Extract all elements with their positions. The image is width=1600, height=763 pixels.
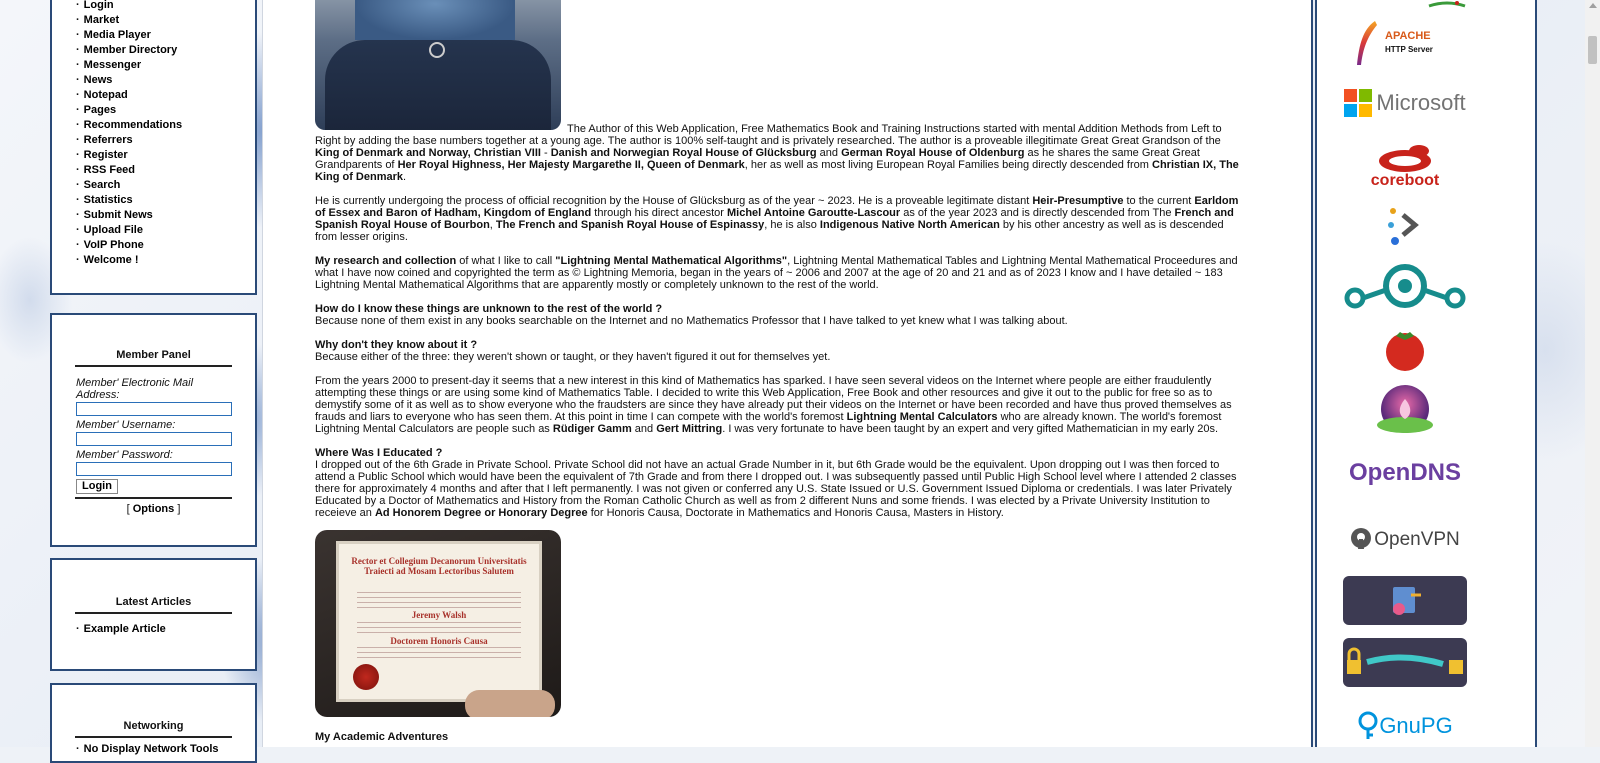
- opendns-logo[interactable]: OpenDNS: [1343, 458, 1467, 488]
- menu-item-welcome[interactable]: Welcome !: [76, 253, 255, 268]
- opendns-text: OpenDNS: [1348, 459, 1461, 486]
- dots-chevron-logo[interactable]: [1343, 205, 1467, 247]
- member-panel-title: Member Panel: [75, 349, 232, 367]
- menu-item-pages[interactable]: Pages: [76, 103, 255, 118]
- diploma-name: Jeremy Walsh: [339, 610, 539, 620]
- diploma-text-lines: [357, 592, 521, 662]
- paragraph-recognition: He is currently undergoing the process o…: [315, 195, 1239, 243]
- right-sidebar: APACHE HTTP Server Microsoft coreboot Op…: [1315, 0, 1537, 747]
- menu-item-statistics[interactable]: Statistics: [76, 193, 255, 208]
- menu-item-register[interactable]: Register: [76, 148, 255, 163]
- gnupg-logo[interactable]: GnuPG: [1343, 708, 1467, 744]
- menu-item-referrers[interactable]: Referrers: [76, 133, 255, 148]
- diploma-photo: Rector et Collegium Decanorum Universita…: [315, 530, 561, 717]
- apache-logo[interactable]: APACHE HTTP Server: [1343, 18, 1477, 68]
- article-body: The Author of this Web Application, Free…: [315, 0, 1239, 531]
- menu-item-voip-phone[interactable]: VoIP Phone: [76, 238, 255, 253]
- encryption-logo[interactable]: [1343, 576, 1467, 625]
- latest-articles-panel: Latest Articles Example Article: [50, 558, 257, 671]
- wax-seal: [353, 664, 379, 690]
- lock-logo[interactable]: [1343, 638, 1467, 687]
- member-panel: Member Panel Member' Electronic Mail Add…: [50, 313, 257, 547]
- menu-item-news[interactable]: News: [76, 73, 255, 88]
- networking-item[interactable]: No Display Network Tools: [76, 742, 255, 757]
- modules-panel: Login Market Media Player Member Directo…: [50, 0, 257, 295]
- paragraph-research: My research and collection of what I lik…: [315, 255, 1238, 291]
- lineageos-icon: [1344, 264, 1466, 309]
- email-field[interactable]: [76, 402, 232, 416]
- menu-item-notepad[interactable]: Notepad: [76, 88, 255, 103]
- menu-item-upload-file[interactable]: Upload File: [76, 223, 255, 238]
- password-label: Member' Password:: [76, 449, 173, 461]
- apache-title: APACHE: [1385, 30, 1431, 42]
- faq-unknown: How do I know these things are unknown t…: [315, 303, 1068, 327]
- networking-title: Networking: [75, 720, 232, 738]
- coreboot-rabbit-icon: [1379, 145, 1431, 172]
- apache-text: APACHE HTTP Server: [1385, 29, 1433, 57]
- scroll-up-arrow[interactable]: [1589, 3, 1597, 8]
- question-educated: Where Was I Educated ?: [315, 447, 443, 459]
- microsoft-text: Microsoft: [1376, 90, 1466, 115]
- question-unknown: How do I know these things are unknown t…: [315, 303, 663, 315]
- lineageos-logo[interactable]: [1343, 262, 1467, 310]
- diploma-heading: Rector et Collegium Decanorum Universita…: [351, 556, 527, 576]
- diploma: Rector et Collegium Decanorum Universita…: [339, 544, 539, 699]
- menu-item-login[interactable]: Login: [76, 0, 255, 13]
- main-content: The Author of this Web Application, Free…: [262, 0, 1313, 747]
- photo-hand: [465, 690, 555, 717]
- menu-item-market[interactable]: Market: [76, 13, 255, 28]
- article-link[interactable]: Example Article: [76, 622, 255, 637]
- tomato-logo[interactable]: [1343, 326, 1467, 372]
- openvpn-icon: [1351, 528, 1372, 549]
- gnupg-key-icon: [1358, 711, 1378, 739]
- tomato-icon: [1386, 332, 1424, 371]
- partial-logo-icon: [1428, 1, 1466, 8]
- menu-item-submit-news[interactable]: Submit News: [76, 208, 255, 223]
- username-field[interactable]: [76, 432, 232, 446]
- scroll-thumb[interactable]: [1588, 36, 1597, 64]
- options-link[interactable]: Options: [133, 503, 175, 515]
- paragraph-interest: From the years 2000 to present-day it se…: [315, 375, 1232, 435]
- member-panel-divider: [75, 497, 232, 499]
- menu-item-search[interactable]: Search: [76, 178, 255, 193]
- apache-subtitle: HTTP Server: [1385, 45, 1433, 54]
- question-why: Why don't they know about it ?: [315, 339, 478, 351]
- email-label: Member' Electronic Mail Address:: [76, 377, 194, 401]
- networking-panel: Networking No Display Network Tools: [50, 683, 257, 763]
- latest-articles-list: Example Article: [52, 622, 255, 637]
- coreboot-logo[interactable]: coreboot: [1343, 140, 1467, 192]
- gnupg-text: GnuPG: [1379, 713, 1453, 738]
- paragraph-education: Where Was I Educated ? I dropped out of t…: [315, 447, 1237, 519]
- options-link-wrap: [ Options ]: [126, 503, 181, 515]
- modules-menu: Login Market Media Player Member Directo…: [52, 0, 255, 268]
- padlock-icon: [1347, 647, 1463, 674]
- login-button[interactable]: Login: [76, 479, 118, 494]
- username-label: Member' Username:: [76, 419, 176, 431]
- lotus-icon: [1377, 385, 1433, 433]
- menu-item-recommendations[interactable]: Recommendations: [76, 118, 255, 133]
- apache-feather-icon: [1357, 21, 1377, 65]
- page-scrollbar[interactable]: [1585, 0, 1600, 747]
- microsoft-logo[interactable]: Microsoft: [1343, 88, 1467, 118]
- menu-item-media-player[interactable]: Media Player: [76, 28, 255, 43]
- coreboot-text: coreboot: [1370, 172, 1440, 189]
- openvpn-logo[interactable]: OpenVPN: [1343, 520, 1467, 560]
- faq-why: Why don't they know about it ? Because ei…: [315, 339, 831, 363]
- paragraph-intro: The Author of this Web Application, Free…: [315, 123, 1239, 183]
- menu-item-messenger[interactable]: Messenger: [76, 58, 255, 73]
- openvpn-text: OpenVPN: [1374, 529, 1460, 550]
- microsoft-windows-icon: [1344, 89, 1373, 117]
- academic-heading: My Academic Adventures: [315, 731, 449, 743]
- menu-item-member-directory[interactable]: Member Directory: [76, 43, 255, 58]
- dots-chevron-icon: [1388, 208, 1419, 245]
- encryption-key-icon: [1393, 586, 1421, 615]
- diploma-degree: Doctorem Honoris Causa: [339, 636, 539, 646]
- latest-articles-title: Latest Articles: [75, 596, 232, 614]
- menu-item-rss-feed[interactable]: RSS Feed: [76, 163, 255, 178]
- lotus-logo[interactable]: [1343, 385, 1467, 435]
- password-field[interactable]: [76, 462, 232, 476]
- partial-logo: [1343, 0, 1467, 8]
- networking-list: No Display Network Tools: [52, 742, 255, 757]
